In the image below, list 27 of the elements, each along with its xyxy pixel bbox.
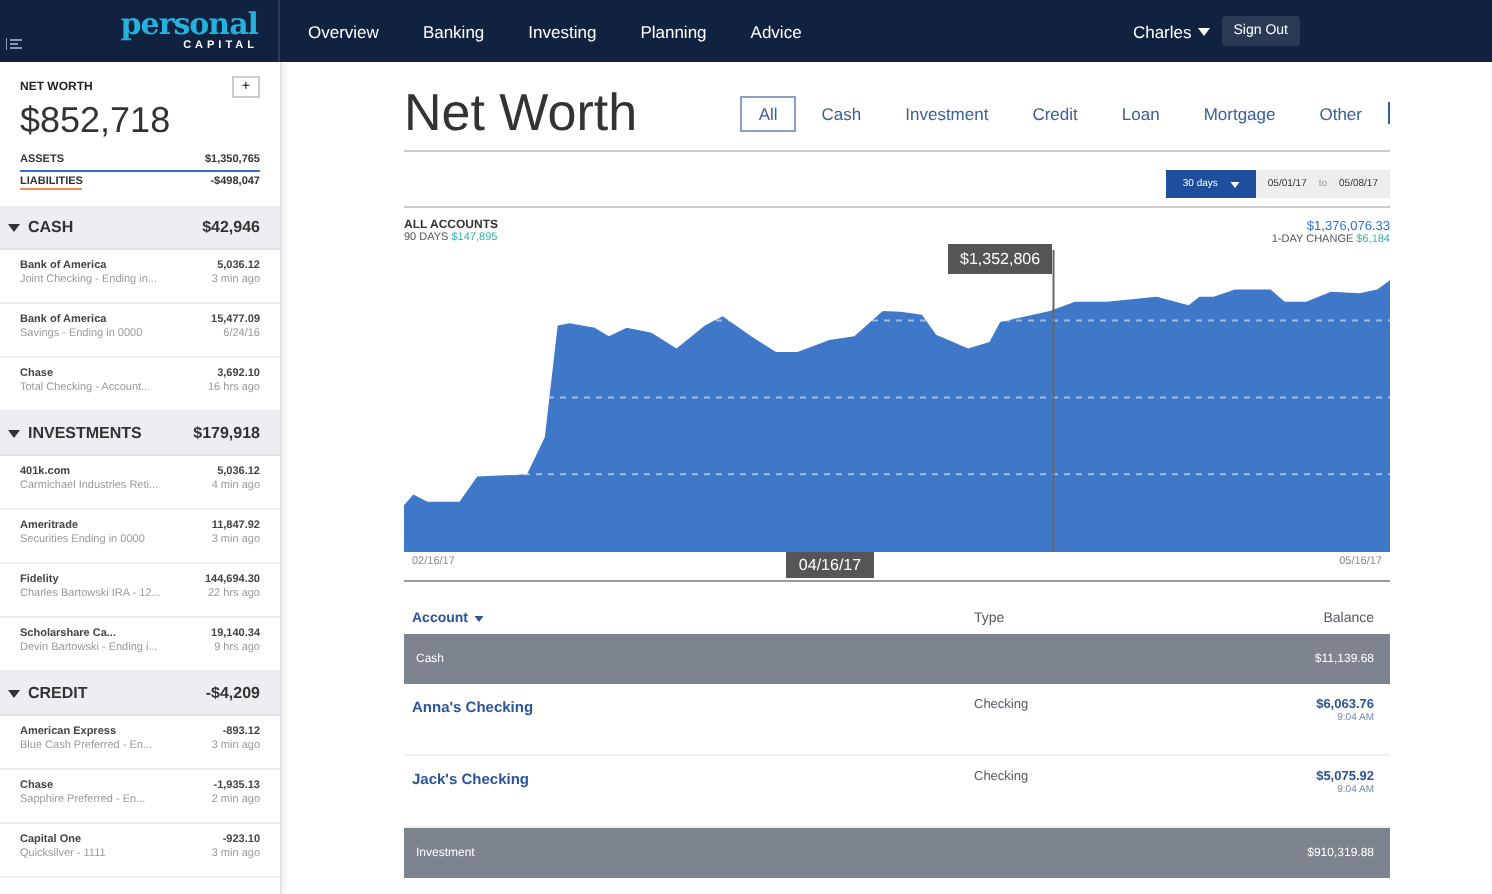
net-worth-value: $852,718: [20, 100, 173, 142]
filter-tab[interactable]: Mortgage: [1185, 95, 1294, 131]
caret-icon: [8, 223, 20, 231]
filter-tab[interactable]: Loan: [1103, 95, 1178, 131]
nav-link[interactable]: Investing: [528, 21, 597, 41]
chart-tooltip: $1,352,806: [948, 244, 1053, 274]
caret-icon: [1229, 181, 1240, 187]
hover-date-label: 04/16/17: [786, 552, 874, 578]
filter-tab[interactable]: Cash: [803, 95, 880, 131]
nav-link[interactable]: Planning: [640, 21, 707, 41]
section-header[interactable]: CASH $42,946: [0, 206, 280, 250]
user-menu[interactable]: Charles: [1132, 21, 1210, 41]
collapse-icon[interactable]: [6, 37, 22, 49]
page-title: Net Worth: [404, 82, 638, 144]
section-header[interactable]: CREDIT -$4,209: [0, 672, 280, 716]
caret-icon: [8, 429, 20, 437]
caret-icon: [1197, 27, 1210, 35]
sort-caret-icon: [474, 615, 484, 621]
filter-tab[interactable]: Credit: [1014, 95, 1096, 131]
filter-tab[interactable]: All: [740, 95, 796, 131]
filter-tab[interactable]: Investment: [887, 95, 1007, 131]
section-header[interactable]: INVESTMENTS $179,918: [0, 412, 280, 456]
caret-icon: [8, 689, 20, 697]
nav-link[interactable]: Advice: [750, 21, 802, 41]
filter-tab[interactable]: Other: [1301, 95, 1380, 131]
nav-link[interactable]: Overview: [308, 21, 379, 41]
nav-link[interactable]: Banking: [422, 21, 485, 41]
